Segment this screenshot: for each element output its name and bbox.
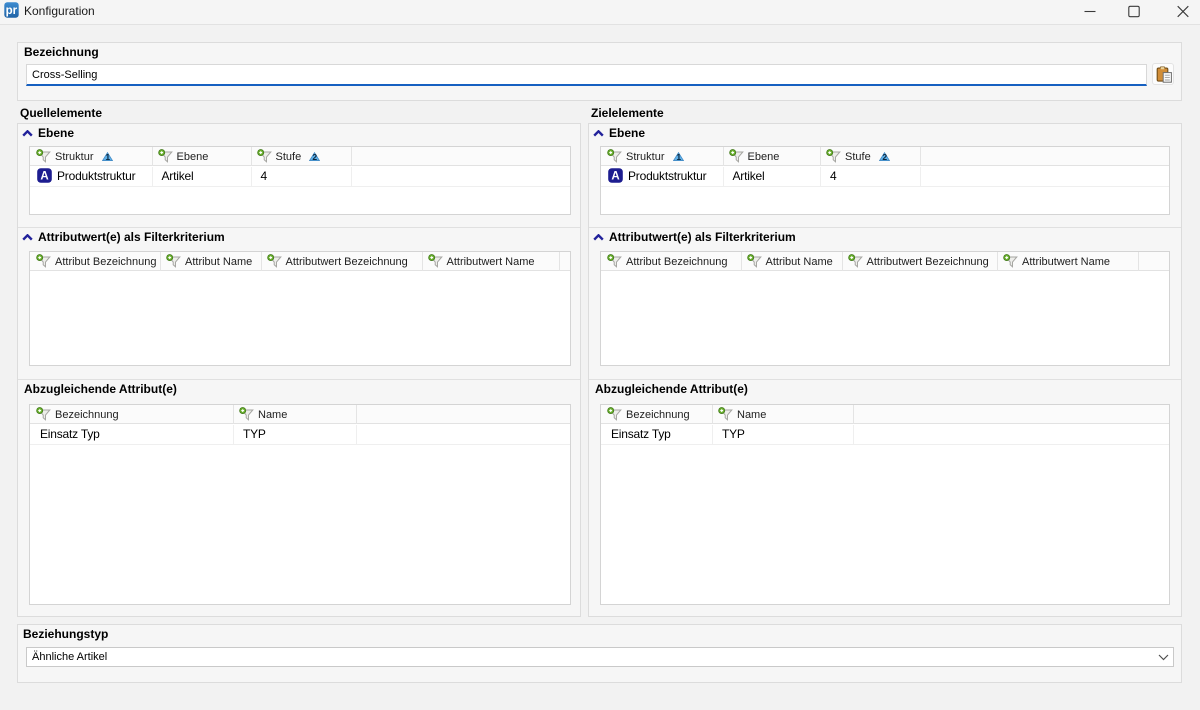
svg-text:1: 1 [676, 152, 681, 161]
svg-text:pr: pr [6, 5, 18, 17]
svg-text:A: A [611, 171, 619, 183]
svg-text:A: A [40, 171, 48, 183]
svg-text:2: 2 [882, 152, 887, 161]
svg-text:2: 2 [313, 152, 318, 161]
svg-text:1: 1 [105, 152, 110, 161]
